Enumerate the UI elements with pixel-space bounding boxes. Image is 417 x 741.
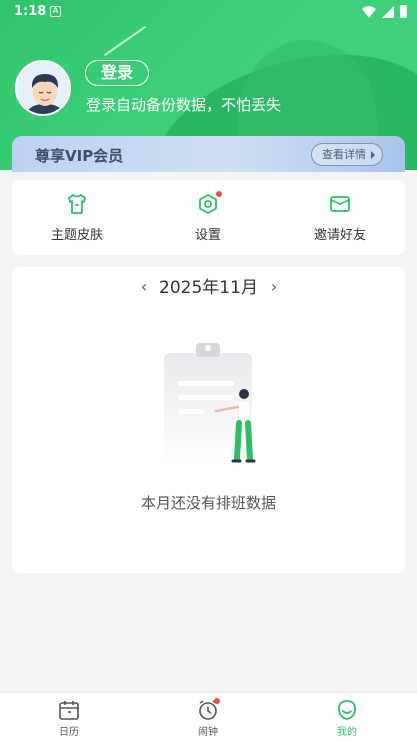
badge-dot bbox=[214, 698, 220, 704]
tab-label: 闹钟 bbox=[198, 727, 218, 738]
vip-details-button[interactable]: 查看详情 bbox=[311, 143, 383, 166]
month-label: 2025年11月 bbox=[159, 278, 258, 298]
vip-title: 尊享VIP会员 bbox=[35, 147, 124, 165]
tab-calendar[interactable]: 日历 bbox=[29, 699, 109, 738]
empty-clipboard-illustration bbox=[164, 343, 256, 463]
tshirt-icon bbox=[65, 192, 89, 216]
hex-settings-icon bbox=[196, 191, 222, 216]
caret-right-icon bbox=[371, 151, 375, 159]
month-selector: ‹ 2025年11月 › bbox=[12, 277, 405, 301]
login-subtitle: 登录自动备份数据，不怕丢失 bbox=[86, 96, 282, 114]
status-bar: 1:18 A bbox=[0, 0, 417, 24]
battery-icon bbox=[400, 5, 407, 18]
status-time: 1:18 bbox=[14, 4, 47, 19]
tab-mine[interactable]: 我的 bbox=[307, 699, 387, 738]
smile-face-icon bbox=[336, 699, 358, 721]
tool-label: 邀请好友 bbox=[313, 228, 366, 243]
tool-label: 设置 bbox=[194, 228, 221, 243]
login-button[interactable]: 登录 bbox=[85, 60, 149, 86]
tools-panel: 主题皮肤 设置 邀请好友 bbox=[12, 180, 405, 255]
vip-details-label: 查看详情 bbox=[322, 148, 366, 161]
notification-icon: A bbox=[50, 6, 61, 17]
empty-state-text: 本月还没有排班数据 bbox=[140, 494, 276, 512]
vip-banner[interactable]: 尊享VIP会员 查看详情 bbox=[12, 136, 405, 172]
tab-alarm[interactable]: 闹钟 bbox=[168, 698, 248, 738]
next-month-button[interactable]: › bbox=[264, 277, 284, 296]
prev-month-button[interactable]: ‹ bbox=[134, 277, 154, 296]
calendar-icon bbox=[58, 699, 80, 721]
alarm-clock-icon bbox=[197, 698, 220, 721]
schedule-card: ‹ 2025年11月 › 本月还没有排班数据 bbox=[12, 267, 405, 573]
tool-settings[interactable]: 设置 bbox=[153, 191, 263, 243]
badge-dot bbox=[216, 191, 222, 197]
tool-invite-friends[interactable]: 邀请好友 bbox=[285, 192, 395, 243]
tool-theme-skin[interactable]: 主题皮肤 bbox=[22, 192, 132, 243]
signal-icon bbox=[382, 5, 394, 18]
tool-label: 主题皮肤 bbox=[50, 228, 103, 243]
avatar[interactable] bbox=[15, 60, 71, 116]
decorative-streak bbox=[103, 25, 147, 57]
envelope-icon bbox=[328, 192, 352, 216]
tab-label: 我的 bbox=[337, 727, 357, 738]
tab-label: 日历 bbox=[59, 727, 79, 738]
wifi-icon bbox=[362, 5, 376, 18]
bottom-tab-bar: 日历 闹钟 我的 bbox=[0, 692, 417, 741]
